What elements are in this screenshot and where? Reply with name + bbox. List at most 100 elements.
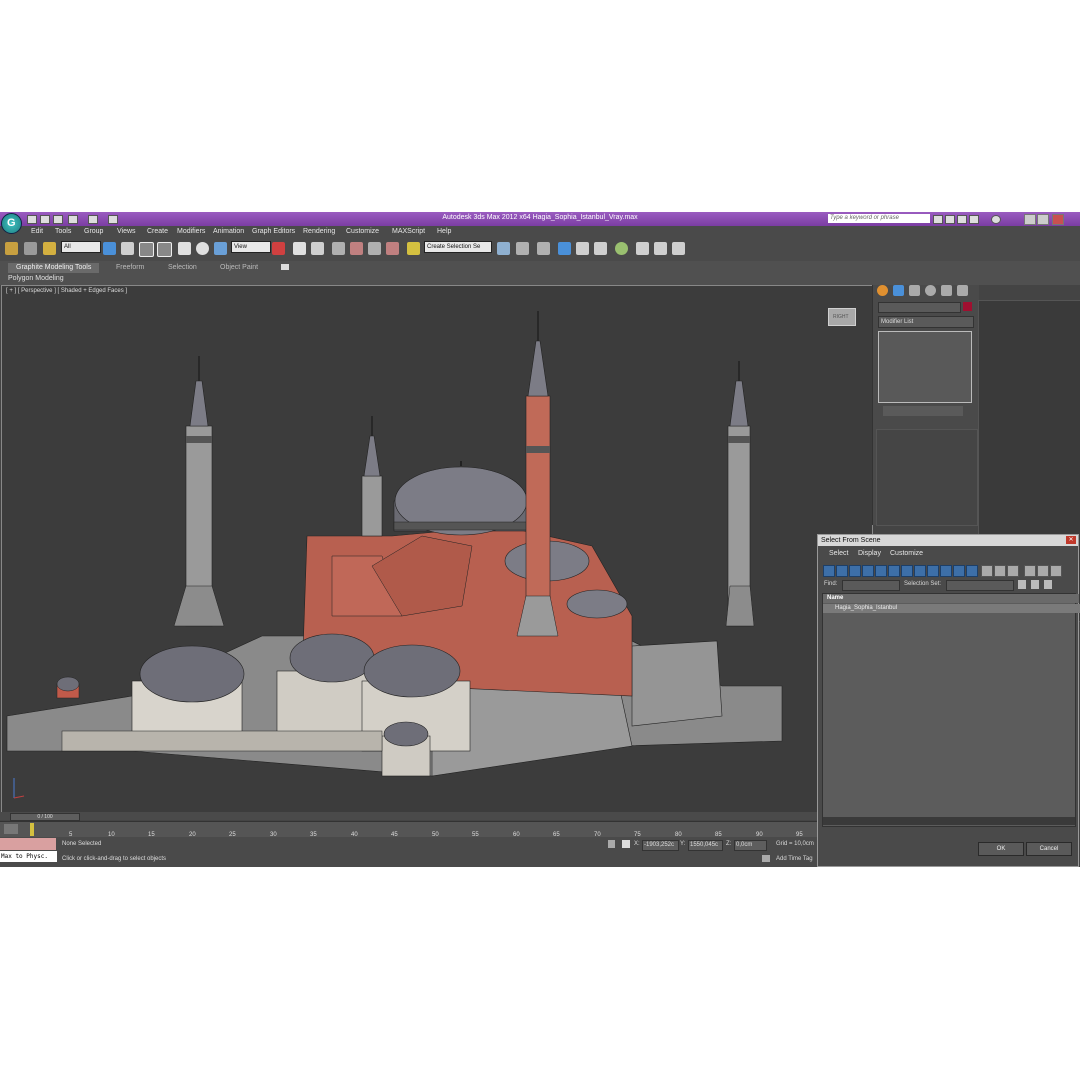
reference-coordinate-dropdown[interactable]: View xyxy=(231,241,271,253)
align-icon[interactable] xyxy=(516,242,529,255)
display-groups-icon[interactable] xyxy=(901,565,913,577)
render-setup-icon[interactable] xyxy=(636,242,649,255)
spinner-snap-icon[interactable] xyxy=(386,242,399,255)
selection-set-remove-icon[interactable] xyxy=(1031,580,1039,589)
motion-tab-icon[interactable] xyxy=(925,285,936,296)
select-none-icon[interactable] xyxy=(994,565,1006,577)
display-helpers-icon[interactable] xyxy=(875,565,887,577)
cancel-button[interactable]: Cancel xyxy=(1026,842,1072,856)
snaps-toggle-icon[interactable] xyxy=(332,242,345,255)
absolute-mode-icon[interactable] xyxy=(622,840,630,848)
display-geometry-icon[interactable] xyxy=(823,565,835,577)
render-production-icon[interactable] xyxy=(672,242,685,255)
maxscript-listener-mini[interactable] xyxy=(0,838,56,850)
minimize-button[interactable] xyxy=(1024,214,1036,225)
select-all-icon[interactable] xyxy=(981,565,993,577)
menu-animation[interactable]: Animation xyxy=(213,228,244,235)
dialog-menu-customize[interactable]: Customize xyxy=(890,550,923,557)
find-input[interactable] xyxy=(842,580,900,591)
rendered-frame-window-icon[interactable] xyxy=(654,242,667,255)
utilities-tab-icon[interactable] xyxy=(957,285,968,296)
maxscript-mini-input[interactable]: Max to Physc. xyxy=(0,851,57,862)
display-lights-icon[interactable] xyxy=(849,565,861,577)
tab-selection[interactable]: Selection xyxy=(160,263,205,273)
ribbon-options-icon[interactable] xyxy=(281,264,289,270)
pivot-center-icon[interactable] xyxy=(272,242,285,255)
hierarchy-tab-icon[interactable] xyxy=(909,285,920,296)
close-button[interactable] xyxy=(1052,214,1064,225)
tab-object-paint[interactable]: Object Paint xyxy=(212,263,266,273)
select-and-manipulate-icon[interactable] xyxy=(293,242,306,255)
selection-filter-dropdown[interactable]: All xyxy=(61,241,101,253)
select-and-link-icon[interactable] xyxy=(5,242,18,255)
display-bones-icon[interactable] xyxy=(927,565,939,577)
menu-edit[interactable]: Edit xyxy=(31,228,43,235)
window-crossing-icon[interactable] xyxy=(157,242,172,257)
display-none-icon[interactable] xyxy=(966,565,978,577)
select-invert-icon[interactable] xyxy=(1007,565,1019,577)
keyboard-shortcut-icon[interactable] xyxy=(311,242,324,255)
menu-group[interactable]: Group xyxy=(84,228,103,235)
selection-set-dropdown[interactable] xyxy=(946,580,1014,591)
selection-set-add-icon[interactable] xyxy=(1018,580,1026,589)
communication-icon[interactable] xyxy=(957,215,967,224)
track-bar[interactable]: 5 10 15 20 25 30 35 40 45 50 55 60 65 70… xyxy=(0,821,817,838)
dialog-menu-select[interactable]: Select xyxy=(829,550,848,557)
rectangular-selection-icon[interactable] xyxy=(139,242,154,257)
tab-freeform[interactable]: Freeform xyxy=(108,263,152,273)
display-containers-icon[interactable] xyxy=(940,565,952,577)
menu-tools[interactable]: Tools xyxy=(55,228,71,235)
x-coordinate-field[interactable]: -1903,252c xyxy=(642,840,679,851)
menu-modifiers[interactable]: Modifiers xyxy=(177,228,205,235)
subscription-icon[interactable] xyxy=(945,215,955,224)
move-icon[interactable] xyxy=(178,242,191,255)
display-tab-icon[interactable] xyxy=(941,285,952,296)
menu-rendering[interactable]: Rendering xyxy=(303,228,335,235)
edit-named-selection-icon[interactable] xyxy=(407,242,420,255)
object-color-swatch[interactable] xyxy=(963,302,972,311)
select-dependents-icon[interactable] xyxy=(1037,565,1049,577)
schematic-view-icon[interactable] xyxy=(594,242,607,255)
mini-curve-editor-icon[interactable] xyxy=(4,824,18,834)
modify-tab-icon[interactable] xyxy=(893,285,904,296)
layer-manager-icon[interactable] xyxy=(537,242,550,255)
add-time-tag[interactable]: Add Time Tag xyxy=(776,856,813,862)
select-object-icon[interactable] xyxy=(103,242,116,255)
perspective-viewport[interactable]: [ + ] [ Perspective ] [ Shaded + Edged F… xyxy=(1,285,873,814)
sync-selection-icon[interactable] xyxy=(1024,565,1036,577)
help-icon[interactable] xyxy=(991,215,1001,224)
bind-space-warp-icon[interactable] xyxy=(43,242,56,255)
menu-customize[interactable]: Customize xyxy=(346,228,379,235)
dialog-close-icon[interactable]: ✕ xyxy=(1066,536,1076,544)
horizontal-scrollbar[interactable] xyxy=(823,817,1075,825)
polygon-modeling-panel-label[interactable]: Polygon Modeling xyxy=(8,275,64,282)
rotate-icon[interactable] xyxy=(196,242,209,255)
unlink-icon[interactable] xyxy=(24,242,37,255)
scale-icon[interactable] xyxy=(214,242,227,255)
menu-graph-editors[interactable]: Graph Editors xyxy=(252,228,295,235)
menu-help[interactable]: Help xyxy=(437,228,451,235)
modifier-stack[interactable] xyxy=(878,331,972,403)
object-name-field[interactable] xyxy=(878,302,961,313)
curve-editor-icon[interactable] xyxy=(576,242,589,255)
display-space-warps-icon[interactable] xyxy=(888,565,900,577)
time-slider-knob[interactable]: 0 / 100 xyxy=(10,813,80,821)
percent-snap-icon[interactable] xyxy=(368,242,381,255)
modifier-list-dropdown[interactable]: Modifier List xyxy=(878,316,974,328)
time-slider[interactable]: 0 / 100 xyxy=(0,812,817,821)
maximize-button[interactable] xyxy=(1037,214,1049,225)
angle-snap-icon[interactable] xyxy=(350,242,363,255)
menu-views[interactable]: Views xyxy=(117,228,136,235)
scene-object-list[interactable]: Name Hagia_Sophia_Istanbul xyxy=(822,593,1080,827)
named-selection-dropdown[interactable]: Create Selection Se xyxy=(424,241,492,253)
select-by-name-icon[interactable] xyxy=(121,242,134,255)
display-xrefs-icon[interactable] xyxy=(914,565,926,577)
binoculars-icon[interactable] xyxy=(933,215,943,224)
hagia-sophia-model[interactable] xyxy=(2,286,872,813)
favorites-icon[interactable] xyxy=(969,215,979,224)
menu-maxscript[interactable]: MAXScript xyxy=(392,228,425,235)
current-frame-marker[interactable] xyxy=(30,823,34,836)
list-column-name[interactable]: Name xyxy=(823,594,1079,603)
dialog-menu-display[interactable]: Display xyxy=(858,550,881,557)
graphite-toggle-icon[interactable] xyxy=(558,242,571,255)
